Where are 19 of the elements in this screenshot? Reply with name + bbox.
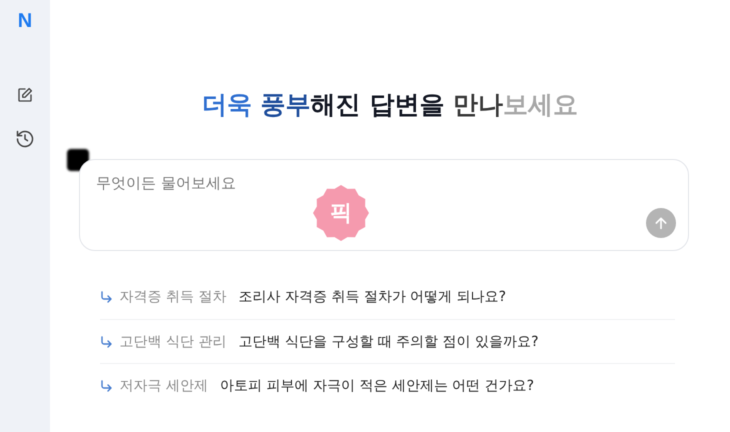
suggestion-topic: 저자극 세안제 xyxy=(120,376,208,394)
pick-badge: 픽 xyxy=(313,185,369,241)
history-icon xyxy=(15,129,35,149)
reply-arrow-icon xyxy=(100,291,112,303)
suggestion-question: 조리사 자격증 취득 절차가 어떻게 되나요? xyxy=(238,288,506,306)
suggestion-item[interactable]: 자격증 취득 절차 조리사 자격증 취득 절차가 어떻게 되나요? xyxy=(100,288,506,306)
reply-arrow-icon xyxy=(100,336,112,348)
suggestion-topic: 고단백 식단 관리 xyxy=(120,332,226,350)
headline: 더욱 풍부해진 답변을 만나보세요 xyxy=(202,89,578,121)
suggestion-topic: 자격증 취득 절차 xyxy=(120,288,226,306)
logo: N xyxy=(18,10,32,32)
arrow-up-icon xyxy=(653,215,669,231)
suggestion-question: 아토피 피부에 자극이 적은 세안제는 어떤 건가요? xyxy=(220,376,534,394)
reply-arrow-icon xyxy=(100,380,112,392)
suggestion-item[interactable]: 저자극 세안제 아토피 피부에 자극이 적은 세안제는 어떤 건가요? xyxy=(100,376,534,394)
suggestion-question: 고단백 식단을 구성할 때 주의할 점이 있을까요? xyxy=(238,332,539,350)
history-button[interactable] xyxy=(14,128,36,150)
suggestion-item[interactable]: 고단백 식단 관리 고단백 식단을 구성할 때 주의할 점이 있을까요? xyxy=(100,332,539,350)
compose-icon xyxy=(16,86,34,104)
